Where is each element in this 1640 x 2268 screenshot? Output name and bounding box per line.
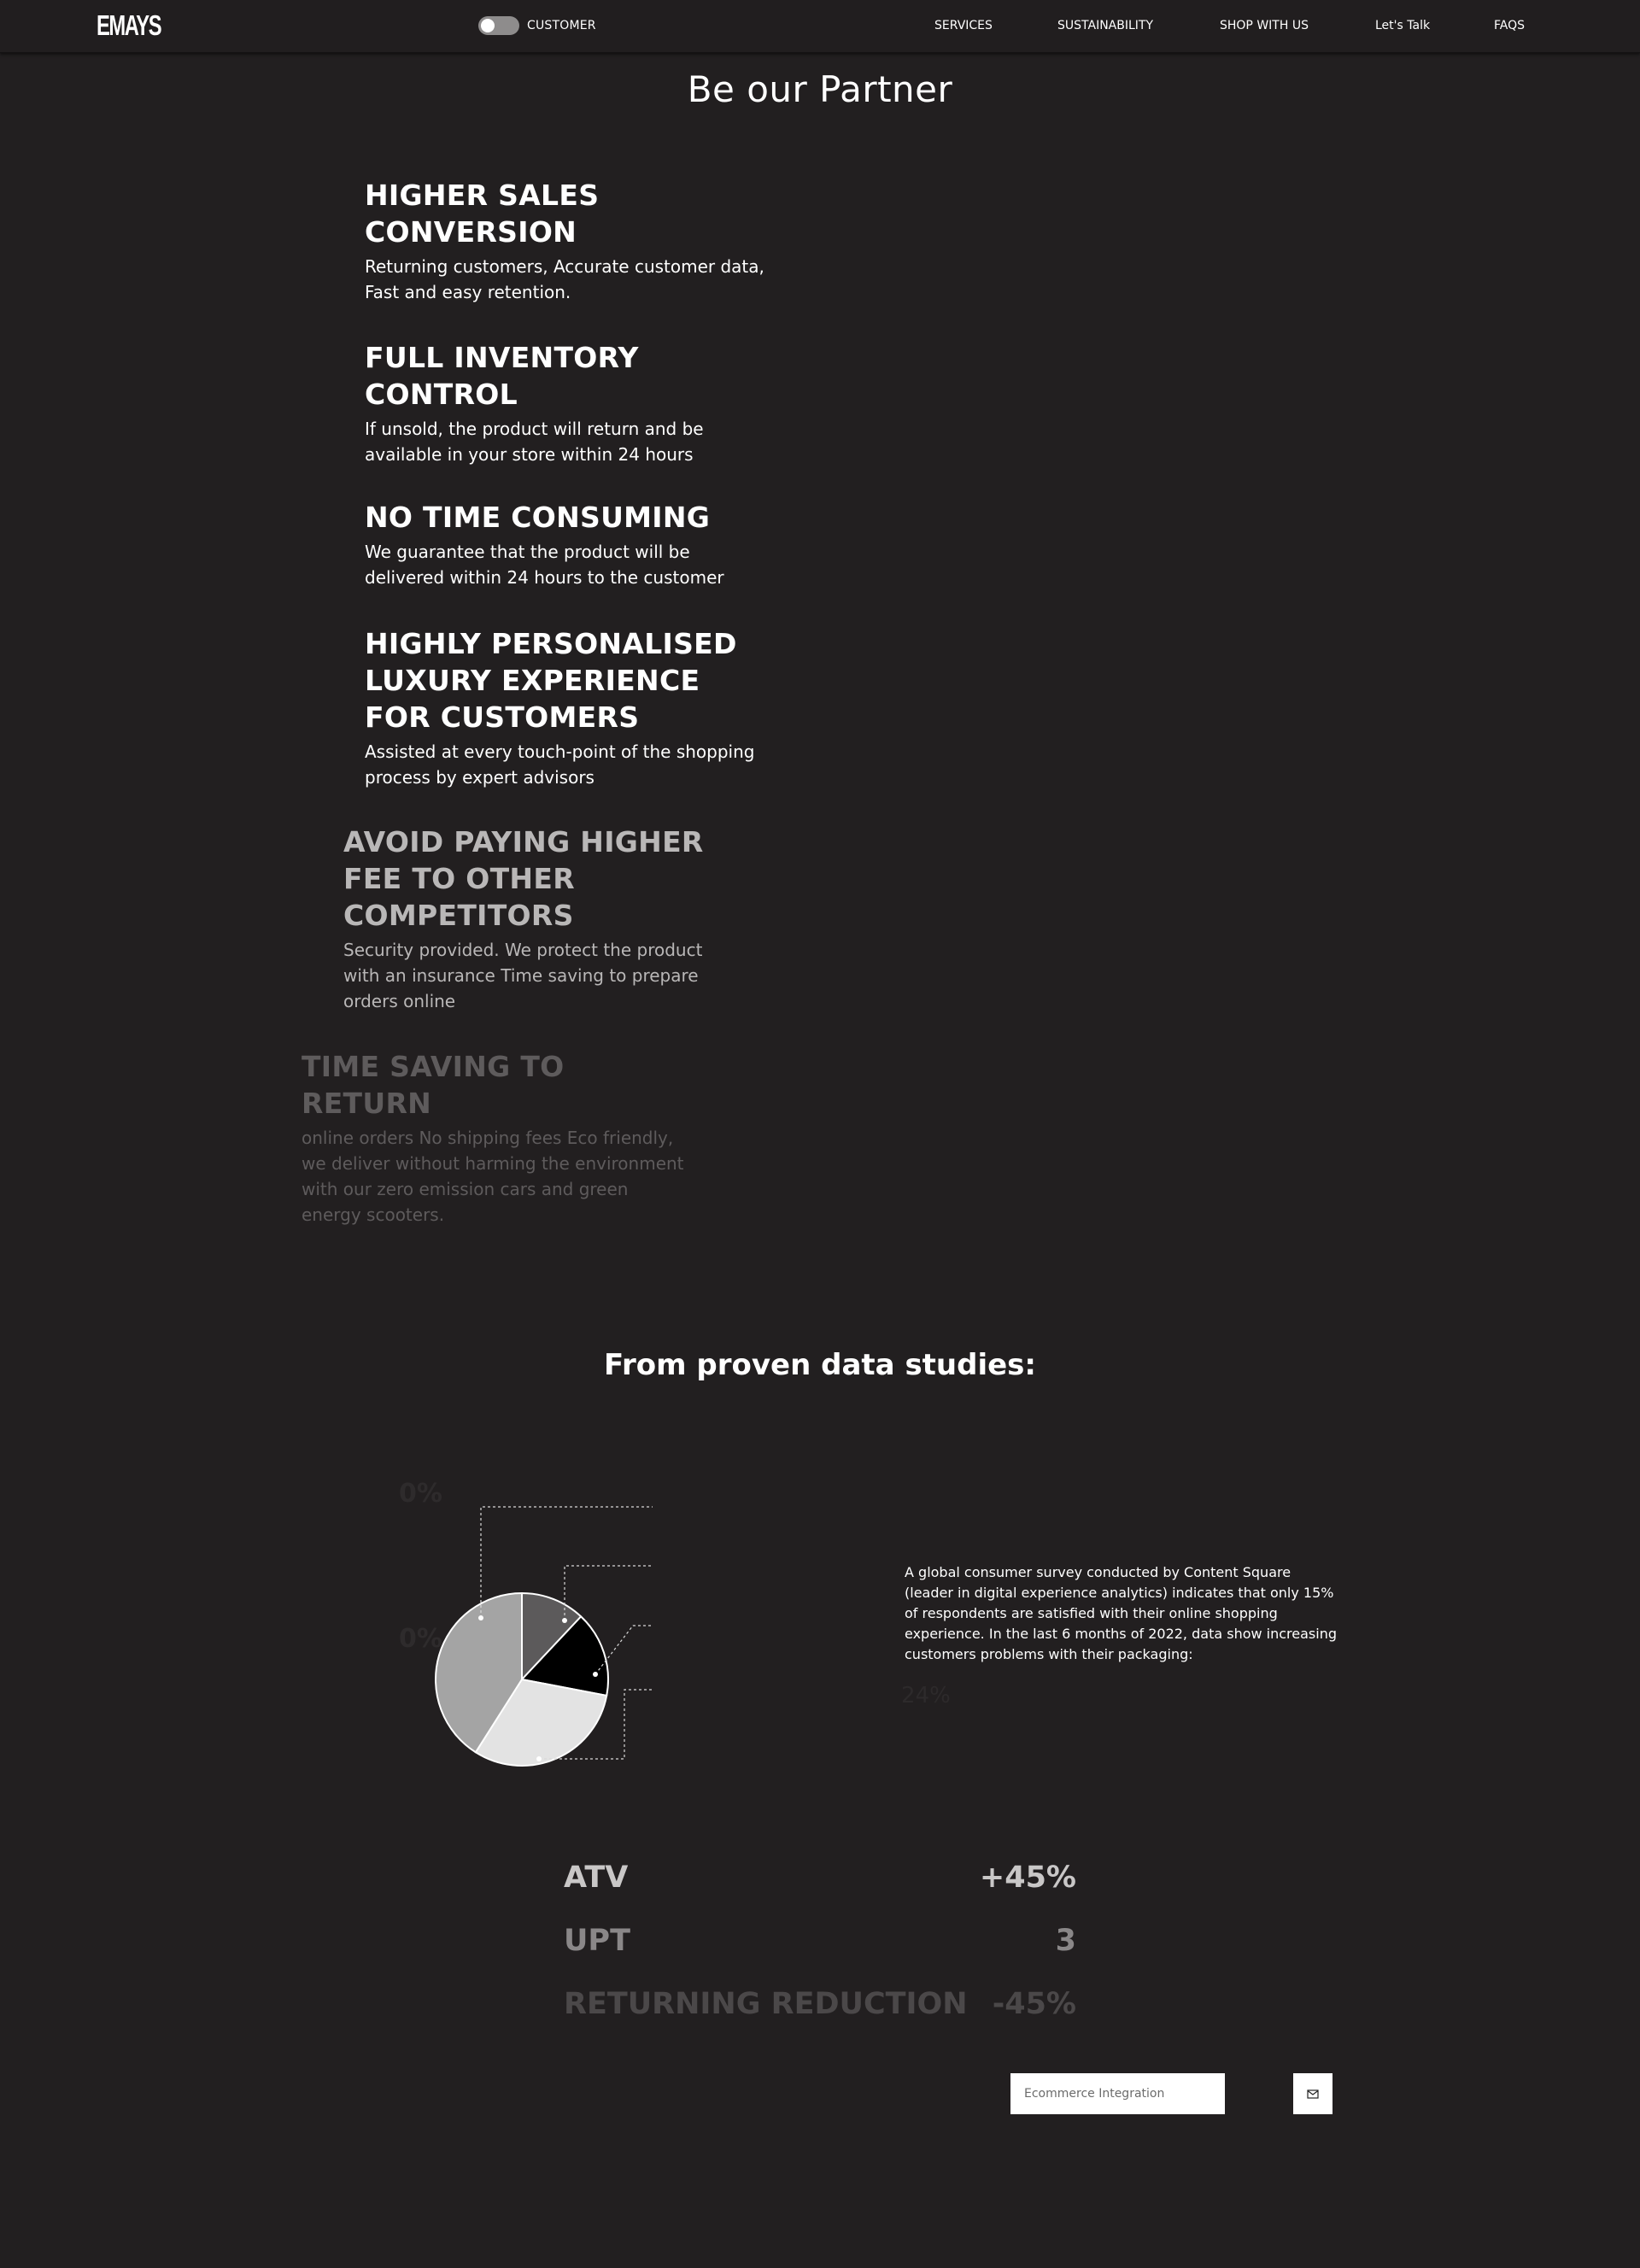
nav-lets-talk[interactable]: Let's Talk bbox=[1375, 19, 1430, 32]
ecommerce-integration-input[interactable] bbox=[1010, 2073, 1225, 2114]
toggle-knob bbox=[481, 19, 495, 32]
callout-line bbox=[564, 1565, 653, 1620]
faded-stat: 24% bbox=[901, 1683, 951, 1708]
faded-percent-label: 0% bbox=[399, 1624, 442, 1654]
emays-logo[interactable]: EMAYS bbox=[97, 9, 162, 43]
faded-percent-label: 0% bbox=[399, 1479, 442, 1509]
feature-text: Security provided. We protect the produc… bbox=[343, 940, 703, 1011]
callout-dot bbox=[562, 1618, 567, 1623]
customer-toggle[interactable] bbox=[478, 16, 519, 35]
callout-dot bbox=[593, 1672, 598, 1677]
stat-row: RETURNING REDUCTION -45% bbox=[564, 1983, 1076, 2025]
pie-slices bbox=[435, 1591, 609, 1767]
page-title: Be our Partner bbox=[687, 68, 953, 110]
feature-item: AVOID PAYING HIGHER FEE TO OTHER COMPETI… bbox=[343, 823, 736, 1014]
feature-item: HIGHLY PERSONALISED LUXURY EXPERIENCE FO… bbox=[365, 625, 766, 790]
nav-sustainability[interactable]: SUSTAINABILITY bbox=[1057, 19, 1153, 32]
feature-item: HIGHER SALES CONVERSION Returning custom… bbox=[365, 177, 766, 305]
customer-toggle-group: CUSTOMER bbox=[478, 16, 596, 35]
feature-title: NO TIME CONSUMING bbox=[365, 501, 711, 534]
feature-text: Assisted at every touch-point of the sho… bbox=[365, 741, 755, 788]
feature-title: TIME SAVING TO RETURN bbox=[302, 1050, 565, 1120]
nav-services[interactable]: SERVICES bbox=[934, 19, 993, 32]
nav-shop-with-us[interactable]: SHOP WITH US bbox=[1220, 19, 1309, 32]
stat-value: 3 bbox=[1055, 1924, 1076, 1958]
faded-stat-value: 24% bbox=[901, 1683, 951, 1708]
feature-item: NO TIME CONSUMING We guarantee that the … bbox=[365, 499, 766, 590]
feature-text: online orders No shipping fees Eco frien… bbox=[302, 1128, 684, 1225]
feature-item: FULL INVENTORY CONTROL If unsold, the pr… bbox=[365, 339, 749, 467]
top-navbar: EMAYS CUSTOMER SERVICES SUSTAINABILITY S… bbox=[0, 0, 1640, 53]
nav-faqs[interactable]: FAQS bbox=[1494, 19, 1525, 32]
stat-row: ATV +45% bbox=[564, 1856, 1076, 1899]
feature-text: If unsold, the product will return and b… bbox=[365, 419, 704, 465]
callout-dot bbox=[478, 1615, 483, 1620]
mail-icon bbox=[1307, 2089, 1319, 2099]
callout-dot bbox=[536, 1756, 542, 1761]
toggle-label: CUSTOMER bbox=[527, 19, 596, 32]
data-section-title: From proven data studies: bbox=[603, 1348, 1037, 1382]
stat-value: +45% bbox=[979, 1861, 1076, 1895]
stat-label: RETURNING REDUCTION bbox=[564, 1987, 968, 2021]
feature-text: We guarantee that the product will be de… bbox=[365, 542, 724, 588]
survey-text: A global consumer survey conducted by Co… bbox=[905, 1564, 1337, 1662]
send-button[interactable] bbox=[1293, 2073, 1332, 2114]
feature-title: HIGHER SALES CONVERSION bbox=[365, 179, 600, 249]
stat-label: ATV bbox=[564, 1861, 629, 1895]
stat-row: UPT 3 bbox=[564, 1919, 1076, 1962]
feature-title: HIGHLY PERSONALISED LUXURY EXPERIENCE FO… bbox=[365, 627, 737, 734]
pie-chart: 0% 0% bbox=[399, 1479, 653, 1767]
stat-value: -45% bbox=[992, 1987, 1076, 2021]
feature-title: FULL INVENTORY CONTROL bbox=[365, 341, 639, 411]
feature-title: AVOID PAYING HIGHER FEE TO OTHER COMPETI… bbox=[343, 825, 704, 932]
feature-item: TIME SAVING TO RETURN online orders No s… bbox=[302, 1048, 686, 1228]
feature-text: Returning customers, Accurate customer d… bbox=[365, 256, 764, 302]
stat-label: UPT bbox=[564, 1924, 630, 1958]
